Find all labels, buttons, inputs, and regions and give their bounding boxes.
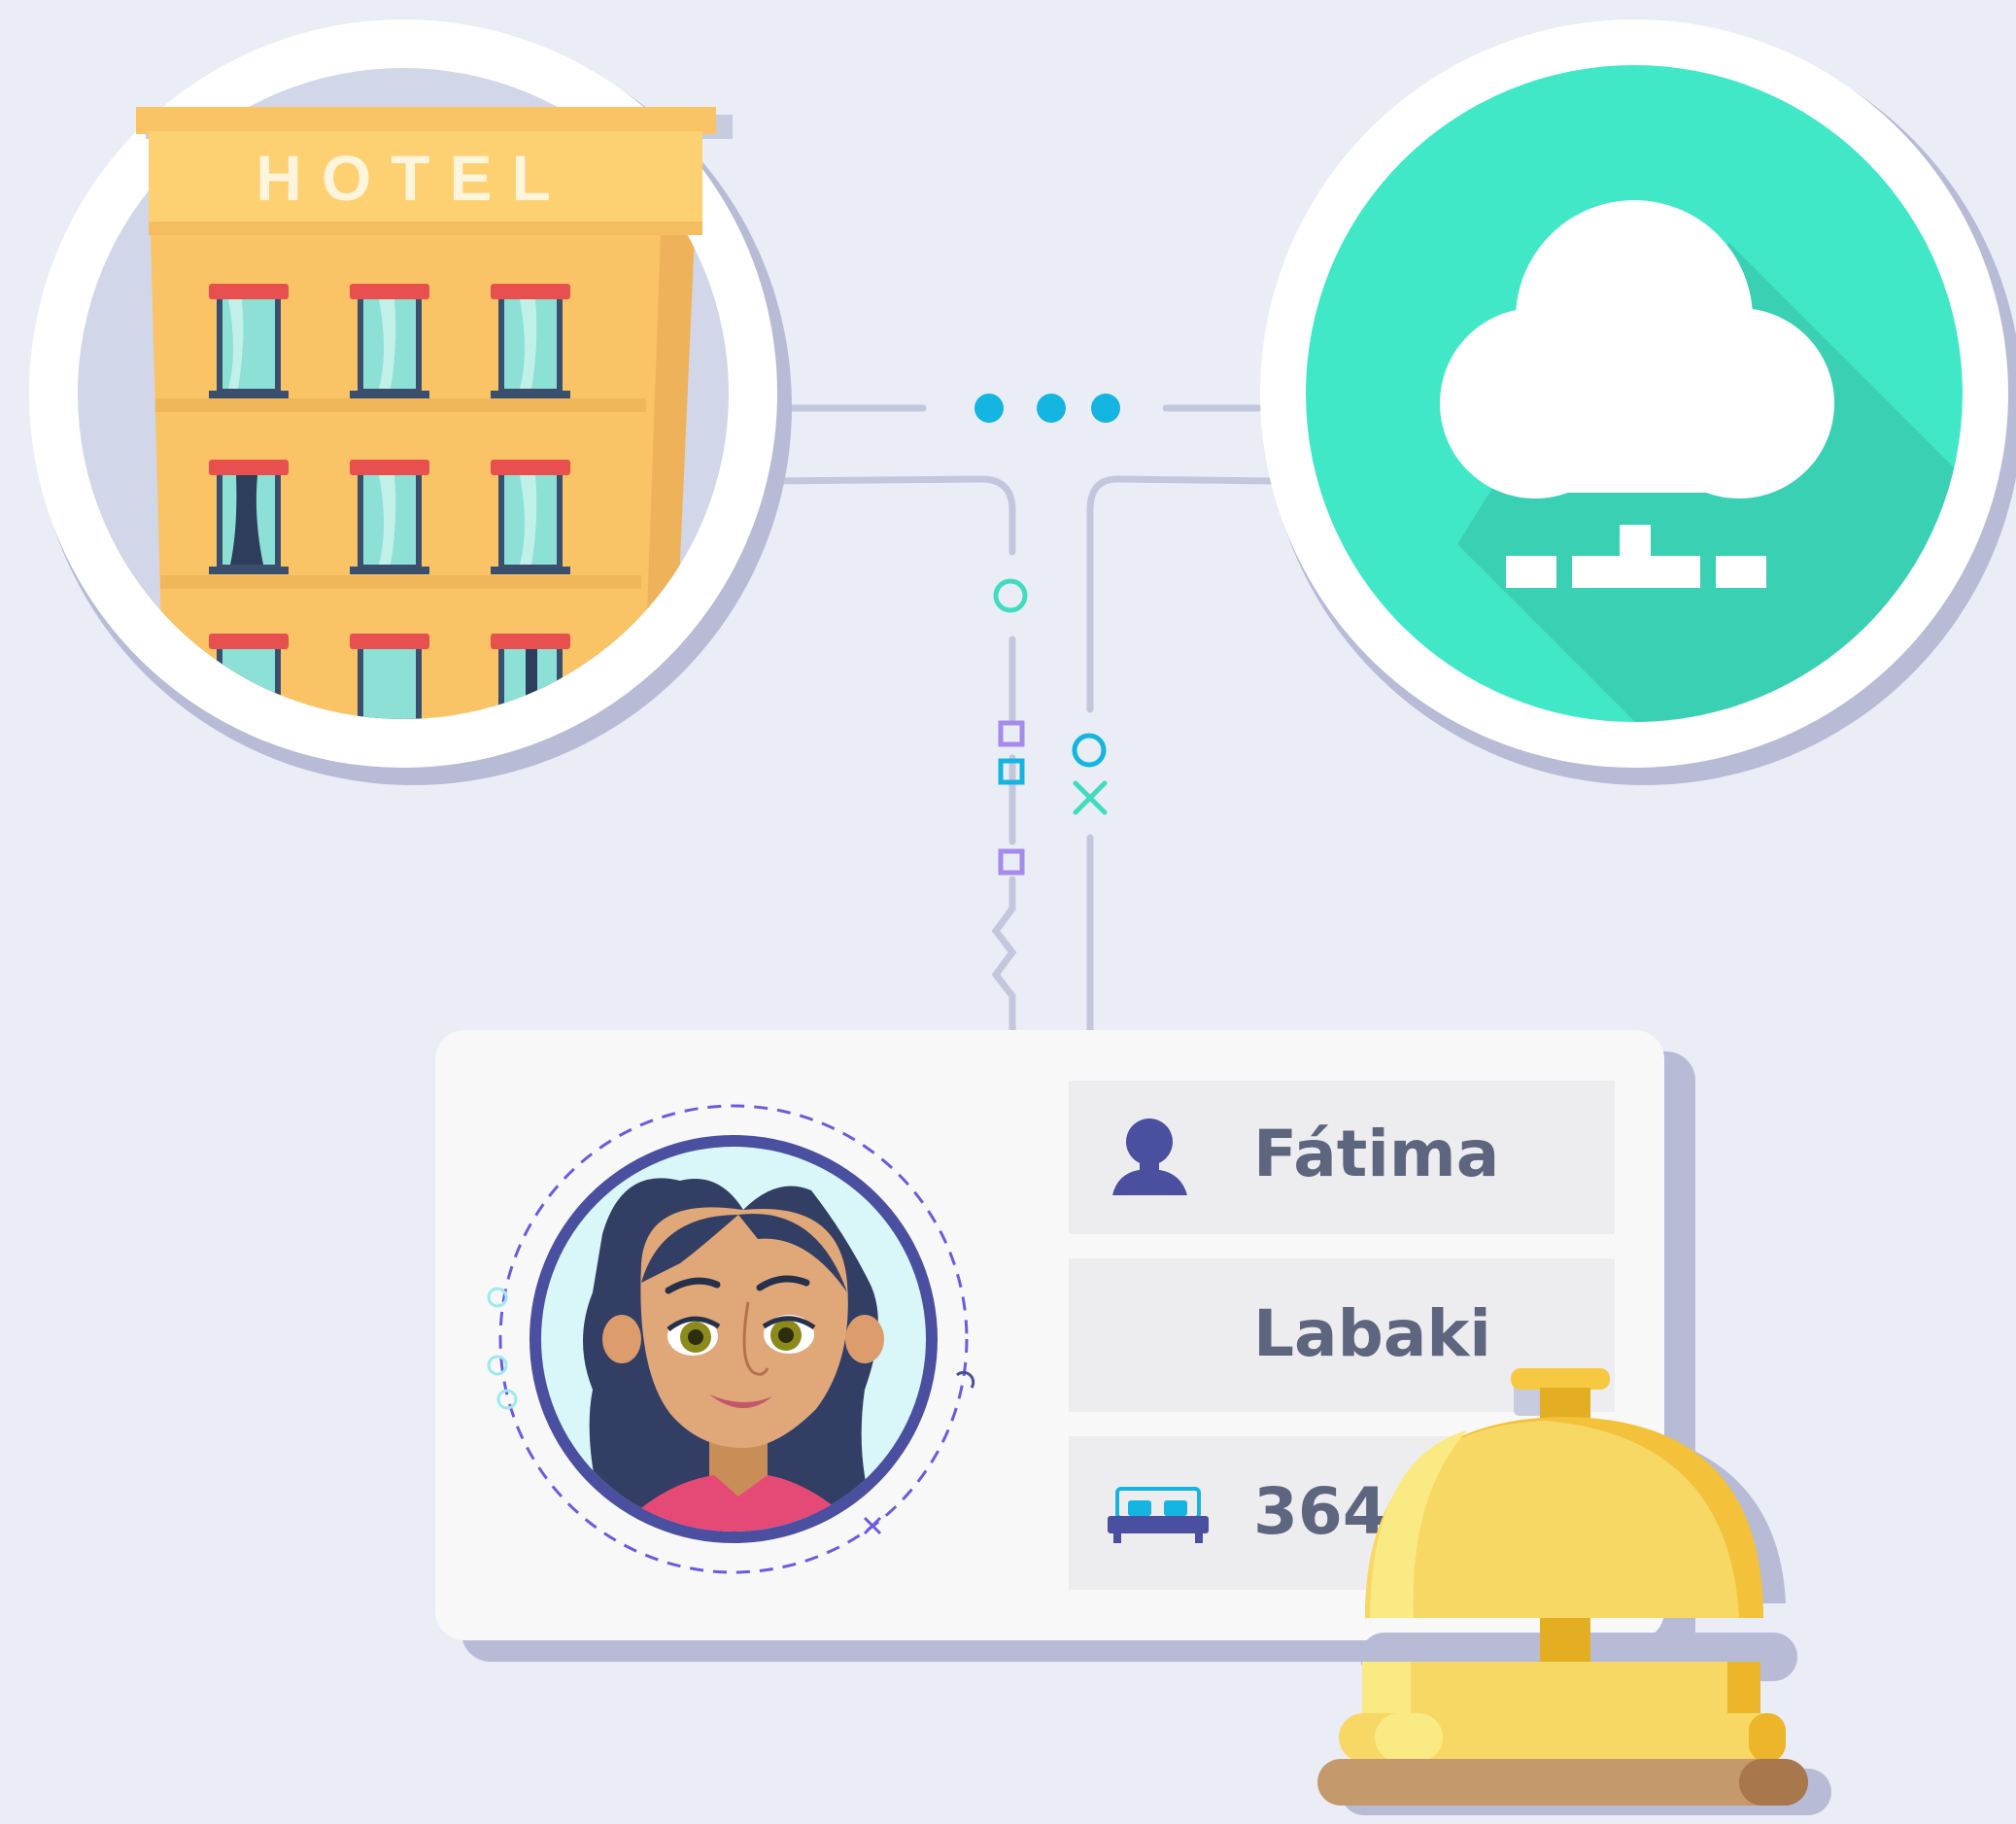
hotel-sign-text: HOTEL xyxy=(256,142,570,214)
last-name-text: Labaki xyxy=(1253,1296,1491,1371)
cloud-network-icon xyxy=(1260,19,2016,785)
room-number-text: 364 xyxy=(1253,1474,1387,1549)
connection-dots xyxy=(974,394,1120,423)
first-name-row: Fátima xyxy=(1069,1081,1615,1234)
first-name-text: Fátima xyxy=(1253,1117,1499,1191)
illustration-canvas: HOTEL Fátima Labaki 364 xyxy=(29,19,2016,1815)
hotel-windows xyxy=(209,284,570,719)
hotel-building-icon: HOTEL xyxy=(29,19,792,785)
